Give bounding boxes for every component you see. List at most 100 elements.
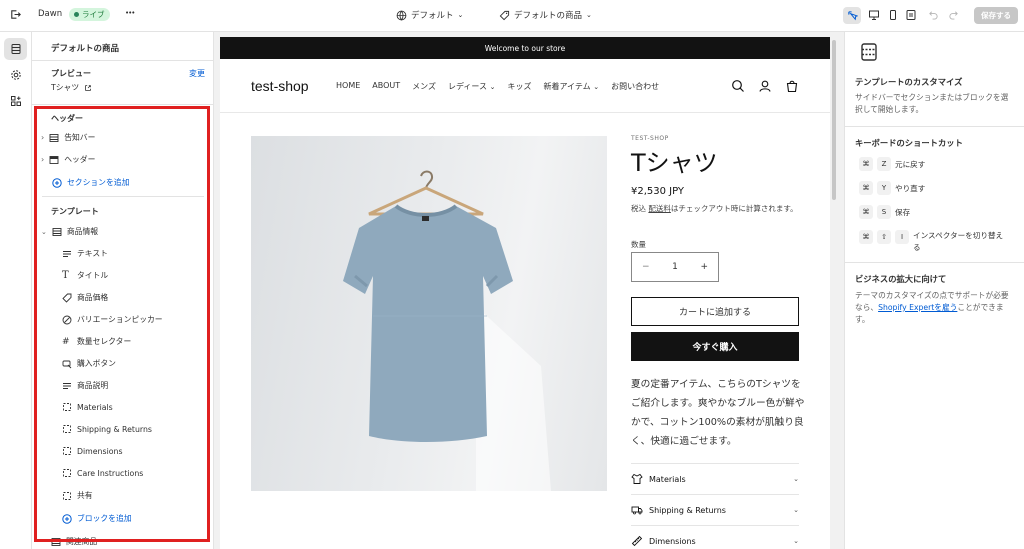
- divider: [845, 262, 1024, 263]
- live-badge: ライブ: [69, 8, 110, 21]
- header-section-icon: [49, 155, 59, 164]
- inspector-icon[interactable]: [843, 7, 861, 24]
- preview-product-link[interactable]: Tシャツ: [51, 82, 92, 93]
- announcement-bar: Welcome to our store: [220, 37, 830, 59]
- buy-button-icon: [62, 360, 72, 368]
- collapsible-icon: [63, 491, 71, 500]
- sections-icon[interactable]: [4, 38, 27, 60]
- block-item-title[interactable]: T タイトル: [62, 270, 108, 281]
- product-description: 夏の定番アイテム、こちらのTシャツをご紹介します。爽やかなブルー色が鮮やかで、コ…: [631, 379, 805, 447]
- add-block-button[interactable]: ブロックを追加: [62, 513, 132, 524]
- block-item-text[interactable]: テキスト: [62, 248, 108, 259]
- save-button[interactable]: 保存する: [974, 7, 1018, 24]
- materials-icon: [631, 473, 643, 484]
- quantity-value[interactable]: 1: [672, 262, 678, 272]
- undo-icon[interactable]: [928, 9, 939, 20]
- section-icon: [51, 537, 61, 546]
- shortcut-inspector: ⌘ ⇧ I インスペクターを切り替える: [859, 230, 1008, 254]
- collapsible-icon: [63, 425, 71, 433]
- shortcut-key: Y: [877, 181, 891, 195]
- preview-label: プレビュー: [51, 69, 91, 78]
- chevron-down-icon: ⌄: [593, 83, 600, 91]
- shortcut-key: ⌘: [859, 181, 873, 195]
- price-tag-icon: [62, 293, 72, 303]
- nav-item[interactable]: 新着アイテム ⌄: [543, 81, 599, 92]
- cart-icon[interactable]: [785, 79, 799, 93]
- nav-item[interactable]: レディース ⌄: [448, 81, 495, 92]
- template-select[interactable]: デフォルトの商品 ⌄: [499, 9, 592, 21]
- plus-circle-icon: [52, 177, 62, 188]
- divider: [32, 60, 214, 61]
- section-item-related-products[interactable]: 関連商品: [51, 536, 97, 547]
- product-title: Tシャツ: [631, 149, 718, 177]
- apps-icon[interactable]: [4, 90, 27, 112]
- preview-scrollbar[interactable]: [832, 40, 836, 200]
- globe-icon: [396, 10, 407, 21]
- add-to-cart-button[interactable]: カートに追加する: [631, 297, 799, 326]
- template-customize-icon: [861, 43, 877, 61]
- chevron-down-icon: ⌄: [457, 11, 464, 19]
- block-item-share[interactable]: 共有: [62, 490, 93, 501]
- block-item-quantity-selector[interactable]: # 数量セレクター: [62, 336, 131, 347]
- collapsible-icon: [63, 469, 71, 477]
- block-item-variant-picker[interactable]: バリエーションピッカー: [62, 314, 163, 325]
- block-item-dimensions[interactable]: Dimensions: [62, 446, 123, 456]
- block-item-description[interactable]: 商品説明: [62, 380, 108, 391]
- section-item-announcement-bar[interactable]: › 告知バー: [41, 132, 95, 143]
- text-icon: [63, 382, 71, 389]
- chevron-down-icon: ⌄: [489, 83, 496, 91]
- accordion-shipping-returns[interactable]: Shipping & Returns ⌄: [631, 494, 799, 525]
- block-item-buy-buttons[interactable]: 購入ボタン: [62, 358, 116, 369]
- live-dot-icon: [74, 12, 79, 17]
- more-actions-button[interactable]: •••: [125, 9, 135, 17]
- shortcut-key: ⇧: [877, 230, 891, 244]
- shortcuts-heading: キーボードのショートカット: [855, 138, 963, 148]
- info-panel: テンプレートのカスタマイズ サイドバーでセクションまたはブロックを選択して開始し…: [844, 32, 1024, 549]
- section-item-header[interactable]: › ヘッダー: [41, 154, 95, 165]
- fullscreen-icon[interactable]: [905, 9, 917, 21]
- chevron-down-icon: ⌄: [586, 11, 592, 19]
- customize-text: サイドバーでセクションまたはブロックを選択して開始します。: [855, 93, 1009, 114]
- theme-select[interactable]: デフォルト ⌄: [396, 9, 463, 21]
- quantity-plus-button[interactable]: +: [700, 262, 708, 272]
- section-sidebar: デフォルトの商品 プレビュー 変更 Tシャツ ヘッダー › 告知バー › ヘッダ…: [32, 32, 214, 549]
- collapsible-icon: [63, 403, 71, 411]
- redo-icon[interactable]: [948, 9, 959, 20]
- title-icon: T: [62, 270, 69, 281]
- quantity-label: 数量: [631, 240, 646, 249]
- nav-item[interactable]: キッズ: [507, 81, 531, 92]
- plus-circle-icon: [62, 513, 72, 524]
- add-section-button[interactable]: セクションを追加: [52, 177, 129, 188]
- template-title: デフォルトの商品: [51, 44, 120, 54]
- desktop-view-icon[interactable]: [868, 9, 880, 21]
- section-item-product-info[interactable]: ⌄ 商品情報: [41, 226, 98, 237]
- settings-gear-icon[interactable]: [4, 64, 27, 86]
- product-price: ¥2,530 JPY: [631, 186, 685, 197]
- buy-now-button[interactable]: 今すぐ購入: [631, 332, 799, 361]
- nav-item[interactable]: お問い合わせ: [611, 81, 659, 92]
- account-icon[interactable]: [758, 79, 772, 93]
- nav-item[interactable]: HOME: [336, 81, 360, 92]
- accordion-materials[interactable]: Materials ⌄: [631, 463, 799, 494]
- store-name: Dawn: [38, 9, 63, 19]
- block-item-shipping-returns[interactable]: Shipping & Returns: [62, 424, 152, 434]
- quantity-minus-button[interactable]: −: [642, 262, 650, 272]
- block-item-price[interactable]: 商品価格: [62, 292, 108, 303]
- shipping-link[interactable]: 配送料: [648, 204, 671, 213]
- section-icon: [52, 227, 62, 236]
- divider: [845, 126, 1024, 127]
- block-item-materials[interactable]: Materials: [62, 402, 113, 412]
- hire-expert-link[interactable]: Shopify Expertを雇う: [878, 303, 957, 312]
- store-preview: Welcome to our store test-shop HOME ABOU…: [220, 37, 830, 549]
- chevron-down-icon: ⌄: [41, 227, 47, 236]
- exit-icon[interactable]: [9, 8, 22, 21]
- accordion-dimensions[interactable]: Dimensions ⌄: [631, 525, 799, 549]
- nav-item[interactable]: ABOUT: [372, 81, 400, 92]
- shop-logo[interactable]: test-shop: [251, 78, 309, 94]
- block-item-care-instructions[interactable]: Care Instructions: [62, 468, 143, 478]
- preview-change-link[interactable]: 変更: [189, 68, 205, 79]
- search-icon[interactable]: [731, 79, 745, 93]
- mobile-view-icon[interactable]: [887, 9, 899, 21]
- nav-item[interactable]: メンズ: [412, 81, 436, 92]
- product-image[interactable]: [251, 136, 607, 491]
